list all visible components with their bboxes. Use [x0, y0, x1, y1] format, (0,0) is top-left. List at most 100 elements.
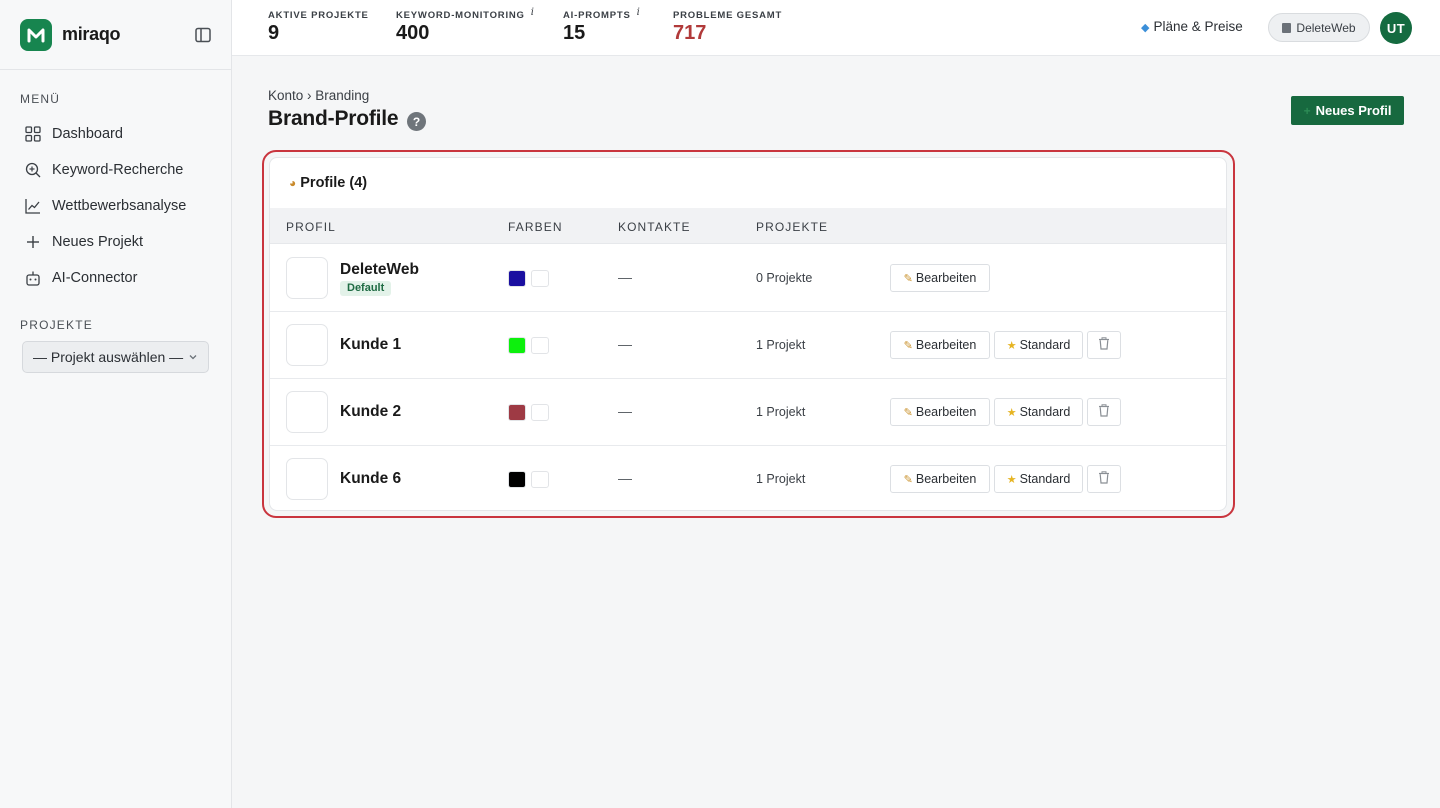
default-badge: Default: [340, 281, 392, 296]
set-default-button[interactable]: ★ Standard: [994, 331, 1083, 359]
sidebar-item-neues-projekt[interactable]: Neues Projekt: [0, 224, 231, 260]
profile-logo-placeholder: [286, 324, 328, 366]
delete-button[interactable]: [1087, 465, 1121, 493]
project-select[interactable]: — Projekt auswählen —: [22, 341, 209, 373]
sidebar-item-label: Dashboard: [52, 126, 123, 142]
chevron-down-icon: [188, 349, 198, 365]
stat-value: 15: [563, 22, 586, 44]
profile-project-count: 1 Projekt: [756, 405, 806, 419]
edit-button[interactable]: ✎ Bearbeiten: [890, 465, 990, 493]
table-row: Kunde 2 — 1 Projekt ✎ Bearbeiten ★ Standar…: [270, 379, 1226, 446]
info-icon[interactable]: i: [637, 7, 641, 18]
profile-name: Kunde 6: [340, 470, 402, 487]
column-header-kontakte: KONTAKTE: [618, 220, 691, 234]
edit-button[interactable]: ✎ Bearbeiten: [890, 331, 990, 359]
secondary-color-swatch: [531, 337, 549, 354]
star-icon: ★: [1006, 473, 1017, 486]
stat-keyword-monitoring: KEYWORD-MONITORING i 400: [396, 7, 535, 45]
profile-project-count: 0 Projekte: [756, 271, 813, 285]
plans-pricing-link[interactable]: ◆ Pläne & Preise: [1141, 19, 1243, 34]
star-icon: ★: [1006, 406, 1017, 419]
primary-color-swatch: [508, 270, 526, 287]
project-select-value: — Projekt auswählen —: [33, 349, 184, 365]
profile-name: DeleteWeb: [340, 261, 419, 278]
sidebar-item-dashboard[interactable]: Dashboard: [0, 116, 231, 152]
edit-button[interactable]: ✎ Bearbeiten: [890, 398, 990, 426]
edit-label: Bearbeiten: [915, 271, 977, 285]
gem-icon: ◆: [1141, 22, 1150, 34]
stat-label: PROBLEME GESAMT: [673, 10, 783, 21]
secondary-color-swatch: [531, 404, 549, 421]
edit-button[interactable]: ✎ Bearbeiten: [890, 264, 990, 292]
profile-logo-placeholder: [286, 391, 328, 433]
menu-section-label: MENÜ: [20, 92, 61, 106]
sidebar-item-keyword-recherche[interactable]: Keyword-Recherche: [0, 152, 231, 188]
robot-icon: [24, 269, 42, 287]
info-icon[interactable]: i: [531, 7, 535, 18]
table-header: PROFIL FARBEN KONTAKTE PROJEKTE: [270, 208, 1226, 244]
new-profile-button[interactable]: + Neues Profil: [1291, 96, 1404, 125]
card-title-text: Profile (4): [300, 175, 368, 191]
palette-icon: ◕: [289, 176, 297, 190]
stat-label: AI-PROMPTS: [563, 10, 631, 21]
standard-label: Standard: [1019, 472, 1071, 486]
set-default-button[interactable]: ★ Standard: [994, 398, 1083, 426]
profiles-card-title: ◕ Profile (4): [289, 175, 367, 191]
account-name: DeleteWeb: [1296, 20, 1356, 35]
stat-value: 717: [673, 22, 707, 44]
new-profile-label: Neues Profil: [1315, 103, 1392, 118]
primary-color-swatch: [508, 404, 526, 421]
plus-icon: +: [1303, 103, 1311, 118]
trash-icon: [1098, 337, 1110, 353]
sidebar-item-ai-connector[interactable]: AI-Connector: [0, 260, 231, 296]
profile-project-count: 1 Projekt: [756, 338, 806, 352]
primary-color-swatch: [508, 471, 526, 488]
breadcrumb-text[interactable]: Konto › Branding: [268, 88, 369, 103]
projects-section-label: PROJEKTE: [20, 318, 93, 332]
miraqo-logo-icon[interactable]: [20, 18, 52, 51]
stat-problems-total: PROBLEME GESAMT 717: [673, 10, 782, 45]
delete-button[interactable]: [1087, 331, 1121, 359]
user-avatar[interactable]: UT: [1380, 12, 1412, 44]
sidebar-toggle-icon[interactable]: [193, 25, 213, 45]
breadcrumb: Konto › Branding: [268, 88, 369, 103]
profile-name: Kunde 1: [340, 336, 402, 353]
secondary-color-swatch: [531, 471, 549, 488]
profile-name: Kunde 2: [340, 403, 402, 420]
set-default-button[interactable]: ★ Standard: [994, 465, 1083, 493]
help-icon[interactable]: ?: [407, 112, 426, 131]
profile-contacts: —: [618, 403, 632, 419]
search-plus-icon: [24, 161, 42, 179]
profile-logo-placeholder: [286, 257, 328, 299]
sidebar-item-label: Wettbewerbsanalyse: [52, 198, 187, 214]
table-row: Kunde 1 — 1 Projekt ✎ Bearbeiten ★ Standar…: [270, 312, 1226, 379]
table-row: DeleteWeb Default — 0 Projekte ✎ Bearbeit…: [270, 245, 1226, 312]
primary-color-swatch: [508, 337, 526, 354]
star-icon: ★: [1006, 339, 1017, 352]
plus-icon: [24, 233, 42, 251]
stat-label: AKTIVE PROJEKTE: [268, 10, 369, 21]
table-row: Kunde 6 — 1 Projekt ✎ Bearbeiten ★ Standar…: [270, 446, 1226, 510]
stat-value: 9: [268, 22, 280, 44]
brand-name: miraqo: [62, 24, 121, 44]
profile-contacts: —: [618, 336, 632, 352]
pencil-icon: ✎: [903, 406, 913, 419]
account-switcher[interactable]: DeleteWeb: [1268, 13, 1370, 42]
sidebar-item-label: Keyword-Recherche: [52, 162, 184, 178]
delete-button[interactable]: [1087, 398, 1121, 426]
top-stats-bar: AKTIVE PROJEKTE 9 KEYWORD-MONITORING i 40…: [232, 0, 1440, 56]
stat-value: 400: [396, 22, 430, 44]
page-title: Brand-Profile: [268, 107, 399, 130]
standard-label: Standard: [1019, 338, 1071, 352]
trash-icon: [1098, 404, 1110, 420]
sidebar-item-wettbewerbsanalyse[interactable]: Wettbewerbsanalyse: [0, 188, 231, 224]
column-header-projekte: PROJEKTE: [756, 220, 829, 234]
edit-label: Bearbeiten: [915, 472, 977, 486]
sidebar: miraqo MENÜ Dashboard Keyword-Recherche …: [0, 0, 232, 808]
profile-contacts: —: [618, 470, 632, 486]
standard-label: Standard: [1019, 405, 1071, 419]
column-header-farben: FARBEN: [508, 220, 563, 234]
stat-active-projects: AKTIVE PROJEKTE 9: [268, 10, 369, 45]
profiles-card: ◕ Profile (4) PROFIL FARBEN KONTAKTE PROJ…: [269, 157, 1227, 511]
sidebar-item-label: AI-Connector: [52, 270, 138, 286]
